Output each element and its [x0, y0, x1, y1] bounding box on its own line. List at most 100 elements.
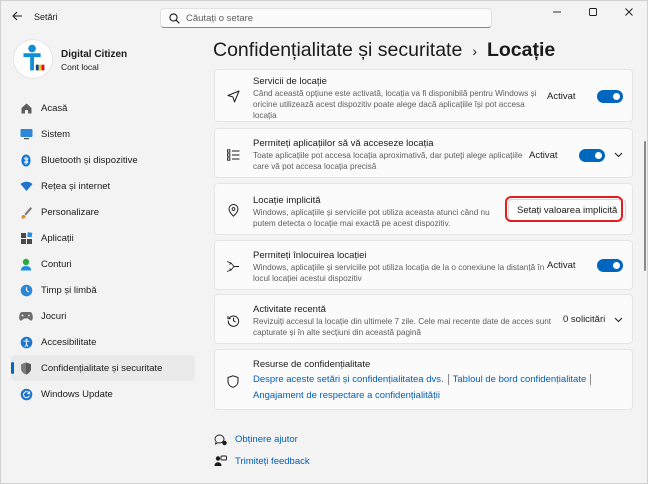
sidebar-item-time-language[interactable]: Timp și limbă — [11, 277, 195, 303]
card-description: Revizuiți accesul la locație din ultimel… — [253, 317, 552, 337]
card-title: Servicii de locație — [253, 76, 327, 87]
brush-icon — [19, 205, 33, 219]
location-services-toggle[interactable] — [597, 90, 623, 103]
privacy-resources-card: Resurse de confidențialitate Despre aces… — [214, 349, 633, 410]
sidebar-item-label: Accesibilitate — [41, 336, 97, 348]
resources-links-row-2: Angajament de respectare a confidențiali… — [253, 390, 440, 401]
card-title: Activitate recentă — [253, 304, 326, 315]
about-settings-link[interactable]: Despre aceste setări și confidențialitat… — [253, 374, 444, 385]
card-description: Toate aplicațiile pot accesa locația apr… — [253, 151, 523, 171]
sidebar-item-label: Jocuri — [41, 310, 67, 322]
page-title: Locație — [486, 39, 556, 61]
search-box[interactable] — [160, 8, 492, 28]
breadcrumb-parent[interactable]: Confidențialitate și securitate — [213, 39, 462, 62]
search-input[interactable] — [186, 12, 476, 24]
clock-globe-icon — [19, 283, 33, 297]
sidebar-item-apps[interactable]: Aplicații — [11, 225, 195, 251]
app-list-icon — [226, 148, 240, 162]
system-icon — [19, 127, 33, 141]
get-help-label[interactable]: Obținere ajutor — [235, 434, 298, 445]
sidebar-item-label: Rețea și internet — [41, 180, 111, 192]
sidebar-item-privacy-security[interactable]: Confidențialitate și securitate — [11, 355, 195, 381]
card-description: Windows, aplicațiile și serviciile pot u… — [253, 208, 490, 228]
location-override-toggle[interactable] — [597, 259, 623, 272]
digital-citizen-logo-icon — [14, 40, 52, 78]
app-location-access-card[interactable]: Permiteți aplicațiilor să vă acceseze lo… — [214, 128, 633, 178]
location-override-card: Permiteți înlocuirea locației Windows, a… — [214, 240, 633, 290]
toggle-state-label: Activat — [547, 260, 576, 271]
close-icon — [625, 8, 633, 16]
avatar[interactable] — [13, 39, 53, 79]
card-title: Locație implicită — [253, 195, 321, 206]
sidebar-item-windows-update[interactable]: Windows Update — [11, 381, 195, 407]
location-services-card: Servicii de locație Când această opțiune… — [214, 69, 633, 122]
set-default-button[interactable]: Setați valoarea implicită — [508, 199, 627, 221]
sidebar-item-label: Confidențialitate și securitate — [41, 362, 163, 374]
back-button[interactable] — [7, 7, 27, 25]
app-location-access-toggle[interactable] — [579, 149, 605, 162]
resources-links-row: Despre aceste setări și confidențialitat… — [253, 374, 595, 385]
home-icon — [19, 101, 33, 115]
card-title: Resurse de confidențialitate — [253, 359, 371, 370]
sidebar-item-accounts[interactable]: Conturi — [11, 251, 195, 277]
window-controls — [539, 1, 647, 23]
link-divider — [447, 374, 449, 385]
apps-icon — [19, 231, 33, 245]
location-pin-icon — [226, 203, 240, 217]
sidebar-item-label: Timp și limbă — [41, 284, 97, 296]
card-title: Permiteți înlocuirea locației — [253, 250, 367, 261]
sidebar-item-label: Personalizare — [41, 206, 100, 218]
app-title: Setări — [34, 12, 58, 22]
chevron-down-icon[interactable] — [613, 150, 623, 160]
default-location-card: Locație implicită Windows, aplicațiile ș… — [214, 183, 633, 235]
sidebar-item-gaming[interactable]: Jocuri — [11, 303, 195, 329]
maximize-button[interactable] — [575, 1, 611, 23]
card-description: Când această opțiune este activată, loca… — [253, 89, 537, 120]
sidebar-item-personalization[interactable]: Personalizare — [11, 199, 195, 225]
scrollbar[interactable] — [644, 141, 646, 271]
send-feedback-link[interactable]: Trimiteți feedback — [213, 454, 310, 468]
card-title: Permiteți aplicațiilor să vă acceseze lo… — [253, 138, 434, 149]
privacy-statement-link[interactable]: Angajament de respectare a confidențiali… — [253, 390, 440, 401]
person-icon — [19, 257, 33, 271]
history-icon — [226, 313, 240, 327]
maximize-icon — [589, 8, 597, 16]
sidebar-item-system[interactable]: Sistem — [11, 121, 195, 147]
breadcrumb: Confidențialitate și securitate › Locați… — [213, 39, 555, 62]
profile-name: Digital Citizen — [61, 49, 128, 60]
toggle-state-label: Activat — [547, 91, 576, 102]
sidebar-item-label: Acasă — [41, 102, 68, 114]
chevron-down-icon[interactable] — [613, 315, 623, 325]
minimize-icon — [553, 11, 561, 13]
toggle-state-label: Activat — [529, 150, 558, 161]
wifi-icon — [19, 179, 33, 193]
link-divider — [590, 374, 592, 385]
update-icon — [19, 387, 33, 401]
accessibility-icon — [19, 335, 33, 349]
sidebar-item-bluetooth[interactable]: Bluetooth și dispozitive — [11, 147, 195, 173]
bluetooth-icon — [19, 153, 33, 167]
location-override-icon — [226, 259, 240, 273]
location-arrow-icon — [226, 89, 240, 103]
privacy-dashboard-link[interactable]: Tabloul de bord confidențialitate — [453, 374, 587, 385]
request-count: 0 solicitări — [563, 314, 606, 325]
card-description: Windows, aplicațiile și serviciile pot u… — [253, 263, 545, 283]
send-feedback-label[interactable]: Trimiteți feedback — [235, 456, 310, 467]
sidebar-item-label: Bluetooth și dispozitive — [41, 154, 138, 166]
close-button[interactable] — [611, 1, 647, 23]
sidebar-item-home[interactable]: Acasă — [11, 95, 195, 121]
sidebar-item-accessibility[interactable]: Accesibilitate — [11, 329, 195, 355]
help-icon — [213, 432, 227, 446]
sidebar-item-label: Aplicații — [41, 232, 74, 244]
minimize-button[interactable] — [539, 1, 575, 23]
profile-account-type: Cont local — [61, 62, 99, 72]
shield-outline-icon — [226, 374, 240, 388]
title-bar: Setări — [1, 1, 647, 33]
get-help-link[interactable]: Obținere ajutor — [213, 432, 298, 446]
gamepad-icon — [19, 309, 33, 323]
sidebar-item-network[interactable]: Rețea și internet — [11, 173, 195, 199]
recent-activity-card[interactable]: Activitate recentă Revizuiți accesul la … — [214, 294, 633, 344]
sidebar-nav: Acasă Sistem Bluetooth și dispozitive Re… — [11, 95, 195, 407]
sidebar-item-label: Conturi — [41, 258, 72, 270]
breadcrumb-separator: › — [472, 42, 477, 59]
